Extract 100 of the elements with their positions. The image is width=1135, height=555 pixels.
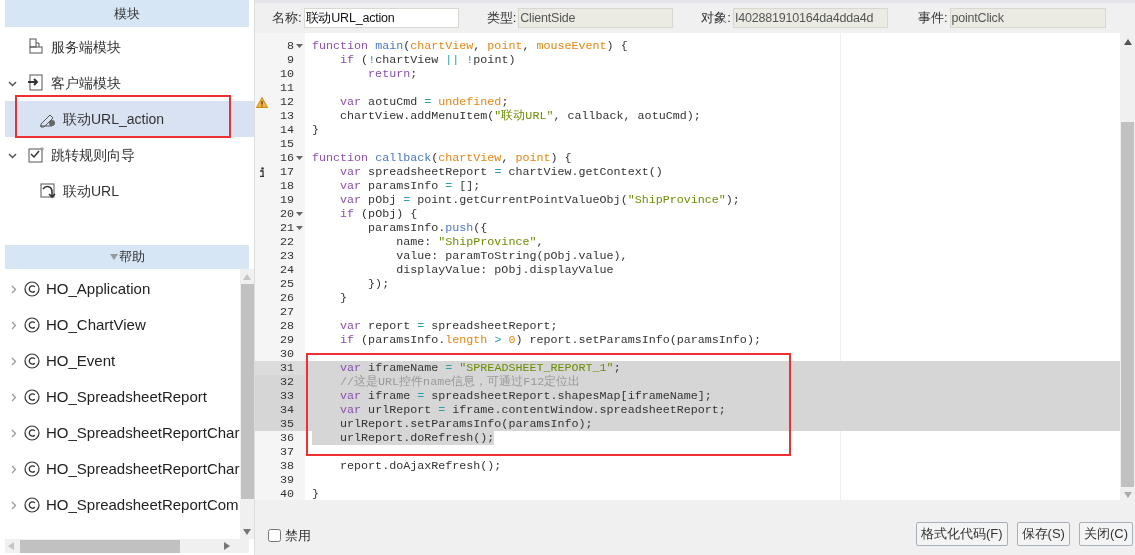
class-icon <box>24 353 40 369</box>
chevron-right-icon[interactable] <box>9 356 18 366</box>
line-number: 17 <box>278 165 294 179</box>
chevron-right-icon[interactable] <box>9 392 18 402</box>
tree-item[interactable]: 服务端模块 <box>5 29 254 65</box>
line-number: 8 <box>286 39 294 53</box>
warning-icon <box>256 96 268 108</box>
code-line: var report = spreadsheetReport; <box>339 319 558 333</box>
line-number: 24 <box>278 263 294 277</box>
code-line: return; <box>367 67 418 81</box>
line-number: 23 <box>278 249 294 263</box>
code-line: var aotuCmd = undefined; <box>339 95 509 109</box>
line-number: 19 <box>278 193 294 207</box>
class-icon <box>24 281 40 297</box>
line-number: 22 <box>278 235 294 249</box>
chevron-down-icon[interactable] <box>8 78 17 88</box>
line-number: 9 <box>286 53 294 67</box>
class-icon <box>24 497 40 513</box>
line-number: 20 <box>278 207 294 221</box>
info-icon <box>259 167 265 177</box>
line-number: 28 <box>278 319 294 333</box>
scroll-right-icon[interactable] <box>224 542 230 550</box>
client-module-icon <box>27 74 45 92</box>
checkbox-label: 禁用 <box>285 526 311 545</box>
line-number: 32 <box>278 375 294 389</box>
code-line: if (pObj) { <box>339 207 418 221</box>
tree-item[interactable]: HO_ChartView <box>5 307 240 343</box>
vertical-scrollbar[interactable] <box>240 269 254 539</box>
tree-item[interactable]: HO_Application <box>5 271 240 307</box>
panel-header[interactable]: 帮助 <box>5 245 249 269</box>
server-module-icon <box>27 38 45 56</box>
text-field[interactable]: ClientSide <box>518 8 674 28</box>
code-line: paramsInfo.push({ <box>367 221 488 235</box>
line-number: 11 <box>278 81 294 95</box>
curved-arrow-icon <box>39 182 57 200</box>
line-number: 13 <box>278 109 294 123</box>
code-line: }); <box>367 277 390 291</box>
fold-arrow-icon[interactable] <box>296 44 303 48</box>
line-number: 10 <box>278 67 294 81</box>
code-line: chartView.addMenuItem("联动URL", callback, aotuCmd); <box>339 109 701 123</box>
chevron-down-icon[interactable] <box>8 150 17 160</box>
horizontal-scrollbar[interactable] <box>5 539 249 553</box>
line-number: 21 <box>278 221 294 235</box>
line-number: 27 <box>278 305 294 319</box>
chevron-right-icon[interactable] <box>9 500 18 510</box>
code-line: var pObj = point.getCurrentPointValueObj("ShipProvince"); <box>339 193 740 207</box>
dialog-button[interactable]: 格式化代码(F) <box>916 522 1008 546</box>
scroll-down-icon[interactable] <box>1123 492 1132 498</box>
line-number: 33 <box>278 389 294 403</box>
code-line: function callback(chartView, point) { <box>312 151 572 165</box>
line-number: 12 <box>278 95 294 109</box>
text-field[interactable]: pointClick <box>949 8 1106 28</box>
fold-arrow-icon[interactable] <box>296 156 303 160</box>
tree-item[interactable]: HO_SpreadsheetReport <box>5 379 240 415</box>
tree-item[interactable]: HO_Event <box>5 343 240 379</box>
chevron-right-icon[interactable] <box>9 320 18 330</box>
panel-header: 模块 <box>5 0 249 27</box>
line-number: 16 <box>278 151 294 165</box>
text-field[interactable]: 联动URL_action <box>303 8 459 28</box>
field-label: 名称: <box>272 9 302 28</box>
line-number: 18 <box>278 179 294 193</box>
line-number: 39 <box>278 473 294 487</box>
line-number: 34 <box>278 403 294 417</box>
chevron-right-icon[interactable] <box>9 428 18 438</box>
line-number: 37 <box>278 445 294 459</box>
tree-item[interactable]: 联动URL_action <box>5 101 254 137</box>
tree-item[interactable]: HO_SpreadsheetReportCom <box>5 487 240 523</box>
field-label: 事件: <box>917 9 948 28</box>
line-number: 14 <box>278 123 294 137</box>
chevron-right-icon[interactable] <box>9 284 18 294</box>
dialog-button[interactable]: 关闭(C) <box>1078 522 1133 546</box>
class-icon <box>24 389 40 405</box>
field-label: 对象: <box>701 9 731 28</box>
chevron-right-icon[interactable] <box>9 464 18 474</box>
tree-item[interactable]: HO_SpreadsheetReportChar <box>5 415 240 451</box>
fold-arrow-icon[interactable] <box>296 226 303 230</box>
tree-item[interactable]: HO_SpreadsheetReportChar <box>5 451 240 487</box>
checkbox[interactable] <box>268 528 281 542</box>
line-number: 36 <box>278 431 294 445</box>
line-number: 35 <box>278 417 294 431</box>
line-number: 31 <box>278 361 294 375</box>
scroll-down-icon[interactable] <box>243 529 251 535</box>
code-line: var spreadsheetReport = chartView.getContext() <box>339 165 663 179</box>
tree-item[interactable]: 客户端模块 <box>5 65 254 101</box>
scroll-up-icon[interactable] <box>1123 39 1132 45</box>
line-number: 40 <box>278 487 294 500</box>
scroll-left-icon[interactable] <box>8 542 14 550</box>
code-line: if (!chartView || !point) <box>339 53 516 67</box>
text-field[interactable]: I402881910164da4dda4d <box>732 8 888 28</box>
dialog-button[interactable]: 保存(S) <box>1016 522 1070 546</box>
tree-item[interactable]: 联动URL <box>5 173 254 209</box>
code-line: } <box>312 123 319 137</box>
code-line: name: "ShipProvince", <box>395 235 544 249</box>
code-line: if (paramsInfo.length > 0) report.setParamsInfo(paramsInfo); <box>339 333 761 347</box>
code-line: var paramsInfo = []; <box>339 179 481 193</box>
line-number: 26 <box>278 291 294 305</box>
triangle-down-icon <box>109 254 118 260</box>
tree-item[interactable]: 跳转规则向导 <box>5 137 254 173</box>
line-number: 15 <box>278 137 294 151</box>
fold-arrow-icon[interactable] <box>296 212 303 216</box>
